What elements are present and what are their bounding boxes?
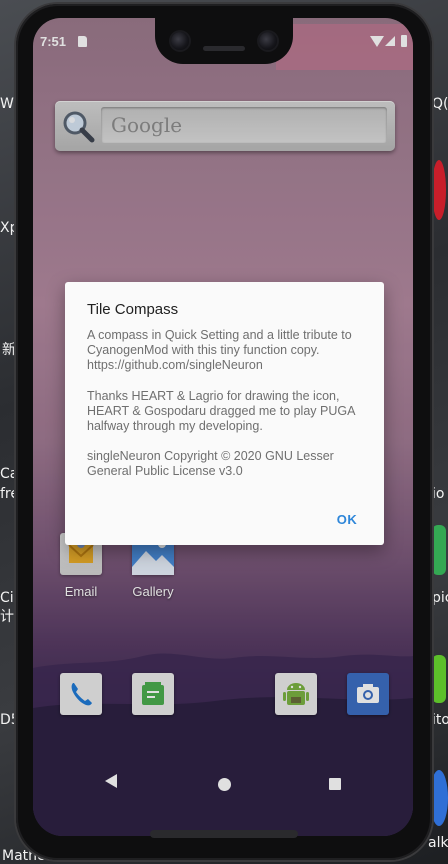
camera-notch [155, 18, 293, 64]
desktop-app-icon [430, 770, 448, 826]
ok-button[interactable]: OK [328, 510, 366, 530]
earpiece-speaker [203, 46, 245, 51]
desktop-app-icon [432, 160, 446, 220]
dialog-title: Tile Compass [87, 301, 179, 318]
desktop-fragment: 新 [2, 342, 16, 358]
desktop-fragment: Ci [0, 590, 14, 606]
phone-bottom-speaker [150, 830, 298, 838]
desktop-fragment: io [432, 486, 445, 502]
dialog-paragraph: Thanks HEART & Lagrio for drawing the ic… [87, 388, 355, 434]
desktop-fragment: pic [432, 590, 448, 606]
desktop-fragment: Q( [432, 96, 448, 112]
desktop-fragment: 计 [0, 609, 14, 625]
desktop-fragment: ito [432, 712, 448, 728]
front-camera-icon [171, 32, 189, 50]
desktop-app-icon [432, 525, 446, 575]
desktop-app-icon [432, 655, 446, 703]
front-camera-icon [259, 32, 277, 50]
dialog-message: A compass in Quick Setting and a little … [87, 328, 377, 495]
phone-screen: 7:51 Google Email Gallery Tile Compass A… [33, 18, 413, 836]
about-dialog: Tile Compass A compass in Quick Setting … [65, 282, 384, 545]
dialog-paragraph: singleNeuron Copyright © 2020 GNU Lesser… [87, 449, 334, 479]
desktop-fragment: alk [428, 835, 448, 851]
dialog-paragraph: A compass in Quick Setting and a little … [87, 328, 352, 373]
desktop-fragment: W [0, 96, 14, 112]
